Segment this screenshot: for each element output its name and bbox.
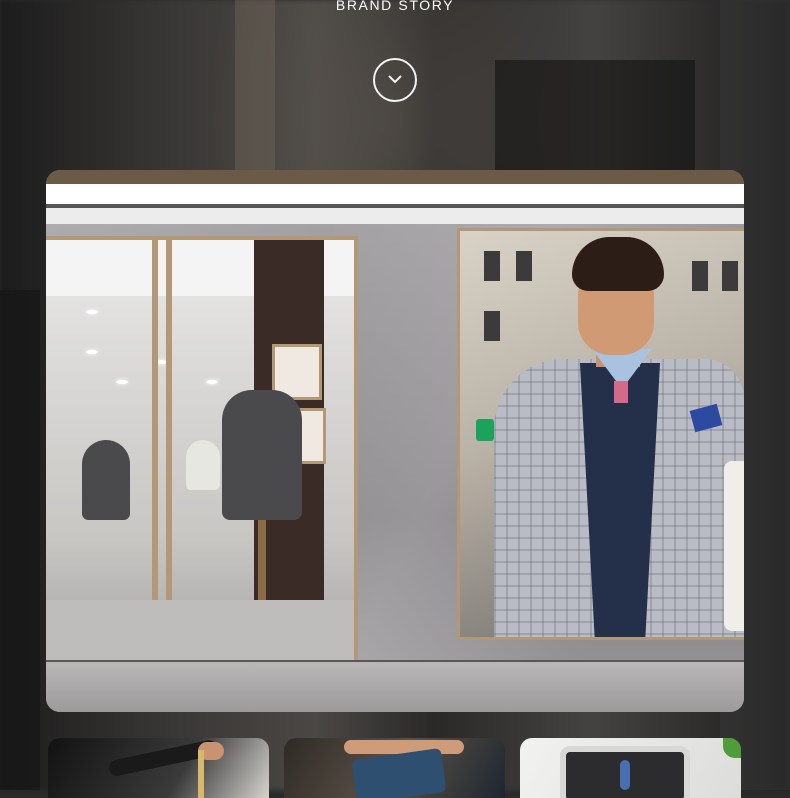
building-window: [516, 251, 532, 281]
background-left-shade: [0, 290, 40, 790]
pink-tie: [614, 381, 628, 403]
section-title: BRAND STORY: [335, 0, 455, 13]
chevron-down-icon: [388, 75, 402, 84]
shop-window: [46, 236, 358, 664]
window-ledge: [46, 660, 744, 712]
ceiling-light: [46, 184, 744, 204]
glass-frame-post: [166, 240, 172, 660]
plant-leaf: [723, 738, 741, 758]
thumbnail-tablet[interactable]: [520, 738, 741, 798]
mannequin-suit: [82, 440, 130, 520]
thumbnail-tailoring[interactable]: [48, 738, 269, 798]
glass-frame-post: [152, 240, 158, 660]
mannequin-shirt: [186, 440, 220, 490]
background-pillar: [235, 0, 275, 180]
background-shadow: [495, 60, 695, 170]
measuring-tape: [198, 750, 204, 798]
building-window: [692, 261, 708, 291]
ceiling-spotlight: [206, 380, 218, 384]
ceiling-light-lower: [46, 208, 744, 224]
thumbnail-row: [48, 738, 742, 798]
shop-floor: [46, 600, 354, 660]
wallet: [351, 747, 447, 798]
thumbnail-leather-goods[interactable]: [284, 738, 505, 798]
scroll-down-button[interactable]: [373, 58, 417, 102]
mannequin-suit: [222, 390, 302, 520]
ceiling-spotlight: [116, 380, 128, 384]
model-hair: [572, 237, 664, 291]
hands: [344, 740, 464, 754]
building-window: [722, 261, 738, 291]
tablet-figure: [620, 760, 630, 790]
building-window: [484, 311, 500, 341]
awning: [46, 170, 744, 184]
building-window: [484, 251, 500, 281]
ceiling-spotlight: [86, 310, 98, 314]
ceiling-spotlight: [86, 350, 98, 354]
model-poster: [457, 228, 744, 640]
carried-board: [724, 461, 744, 631]
street-sign: [476, 419, 494, 441]
storefront-image: [46, 170, 744, 712]
